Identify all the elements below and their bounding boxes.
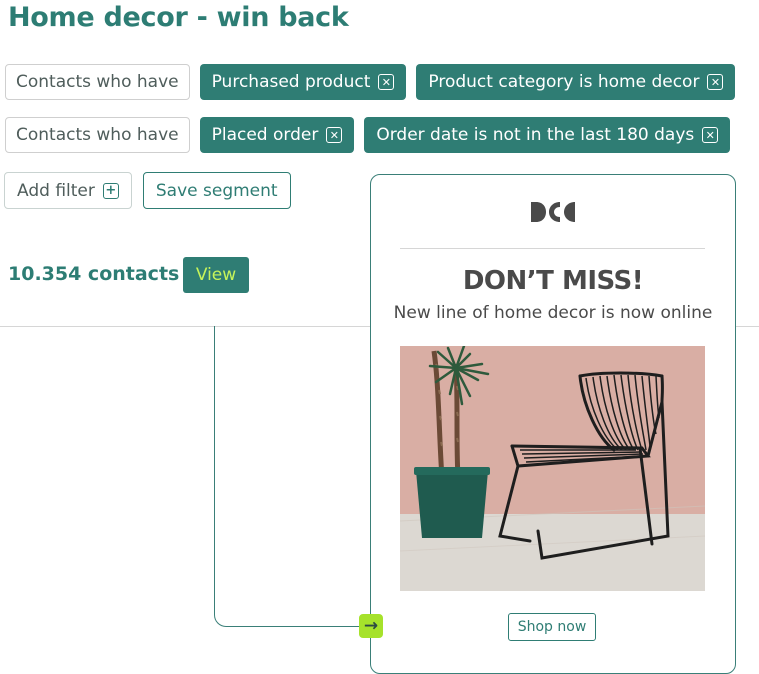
email-subline: New line of home decor is now online (393, 303, 713, 323)
filter-row-2: Contacts who have Placed order ✕ Order d… (5, 117, 731, 153)
filter-chip-label: Purchased product (211, 72, 371, 92)
filter-row-2-label[interactable]: Contacts who have (5, 117, 190, 153)
filter-chip-label: Product category is home decor (428, 72, 700, 92)
segment-actions: Add filter + Save segment (4, 172, 291, 209)
brand-logo (531, 202, 575, 222)
card-divider (400, 248, 705, 249)
filter-chip-placed-order[interactable]: Placed order ✕ (199, 117, 355, 153)
product-image (400, 346, 705, 591)
close-square-icon[interactable]: ✕ (707, 74, 724, 90)
plus-square-icon: + (102, 182, 119, 199)
filter-chip-product-category[interactable]: Product category is home decor ✕ (416, 64, 736, 100)
close-square-icon[interactable]: ✕ (702, 127, 719, 143)
email-headline: DON’T MISS! (462, 266, 644, 296)
save-segment-button[interactable]: Save segment (142, 172, 291, 209)
filter-chip-label: Placed order (211, 125, 319, 145)
flow-connector (214, 326, 365, 627)
filter-chip-label: Order date is not in the last 180 days (376, 125, 695, 145)
filter-row-1-label[interactable]: Contacts who have (5, 64, 190, 100)
close-square-icon[interactable]: ✕ (378, 74, 395, 90)
add-filter-label: Add filter (17, 180, 95, 201)
add-filter-button[interactable]: Add filter + (4, 172, 132, 209)
arrow-right-icon[interactable]: → (359, 614, 383, 638)
filter-row-1: Contacts who have Purchased product ✕ Pr… (5, 64, 736, 100)
view-button[interactable]: View (183, 257, 249, 293)
shop-now-button[interactable]: Shop now (508, 613, 596, 641)
filter-chip-purchased-product[interactable]: Purchased product ✕ (199, 64, 407, 100)
contacts-count: 10.354 contacts (8, 263, 180, 285)
filter-chip-order-date[interactable]: Order date is not in the last 180 days ✕ (364, 117, 731, 153)
close-square-icon[interactable]: ✕ (326, 127, 343, 143)
page-title: Home decor - win back (8, 2, 349, 33)
